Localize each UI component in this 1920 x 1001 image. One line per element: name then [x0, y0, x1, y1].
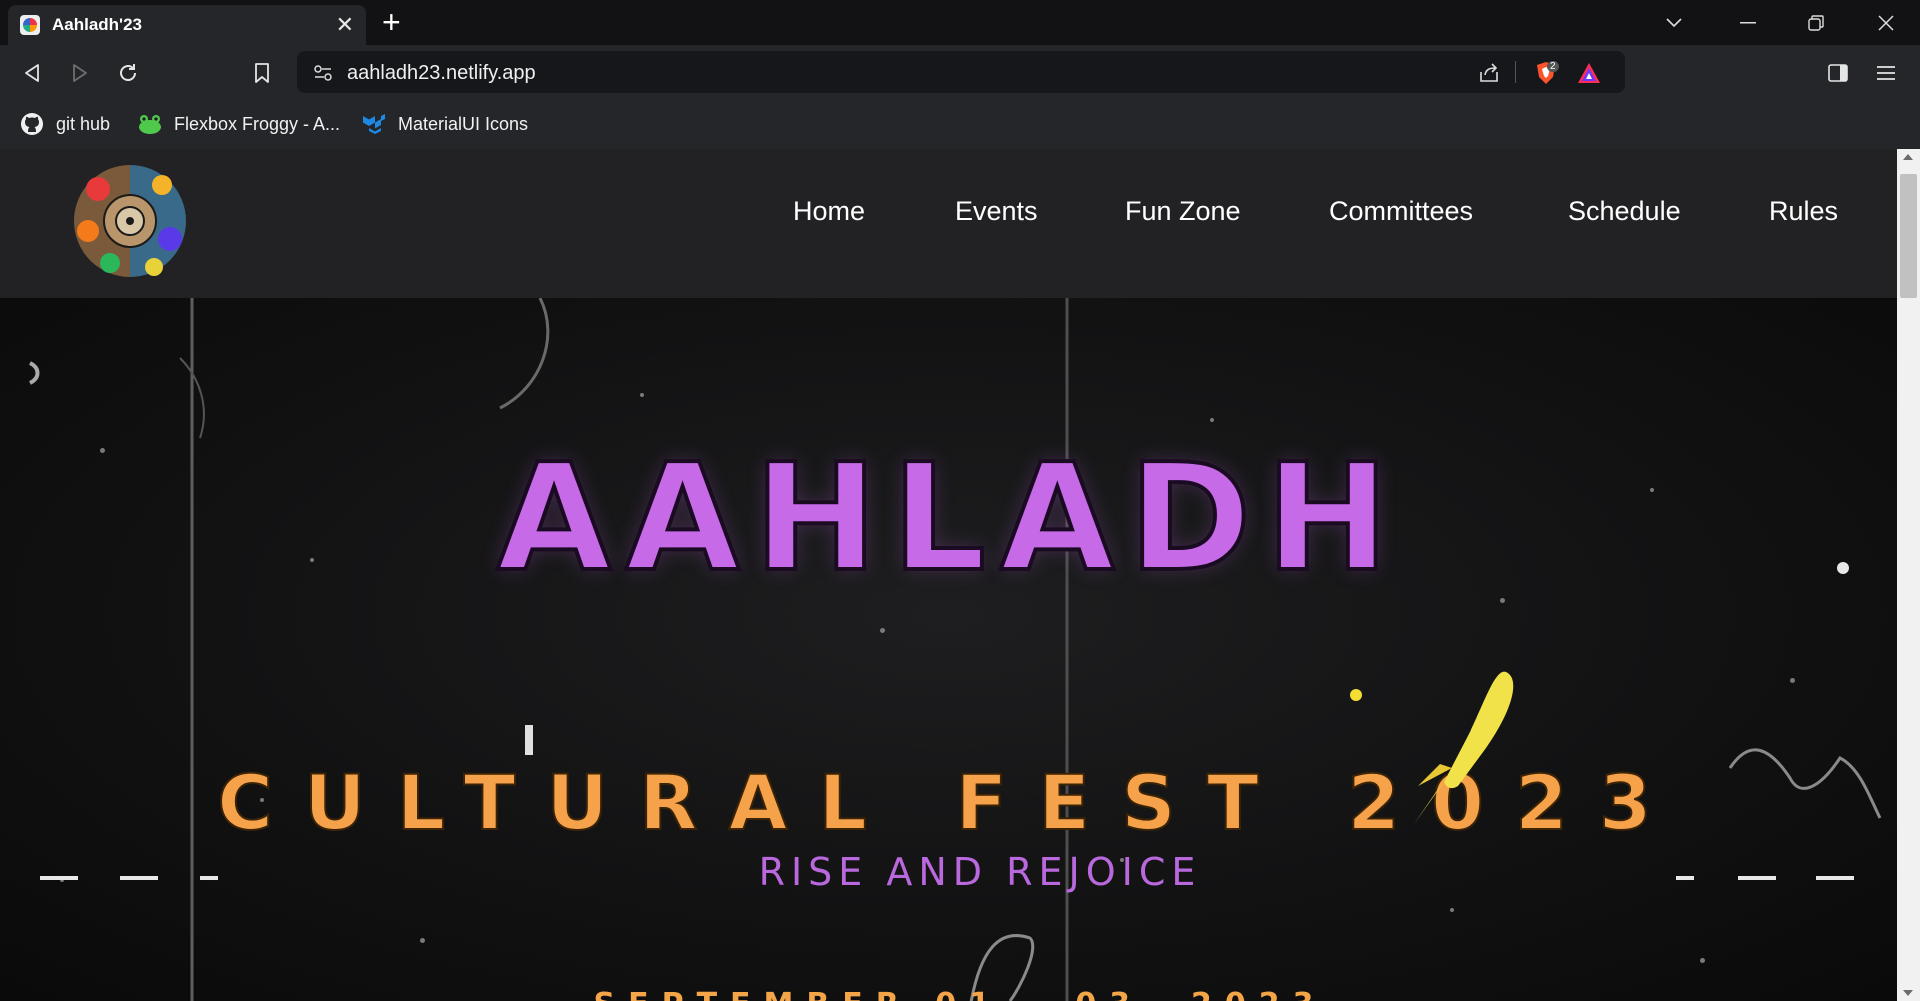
share-icon[interactable]	[1475, 59, 1503, 87]
rocket-icon	[1414, 671, 1514, 824]
page-viewport: Home Events Fun Zone Committees Schedule…	[0, 149, 1897, 1001]
decorative-dash	[40, 876, 78, 880]
scroll-thumb[interactable]	[1900, 174, 1917, 298]
shields-count-badge: 2	[1547, 61, 1559, 72]
decorative-dash	[1676, 876, 1694, 880]
brave-rewards-icon[interactable]	[1575, 59, 1603, 87]
bookmark-label: MaterialUI Icons	[398, 113, 529, 134]
browser-tab[interactable]: Aahladh'23 ✕	[8, 5, 366, 45]
bookmark-label: Flexbox Froggy - A...	[174, 113, 341, 134]
decorative-dash	[120, 876, 158, 880]
site-info-icon[interactable]	[309, 59, 337, 87]
browser-tab-strip: Aahladh'23 ✕ +	[0, 0, 1920, 45]
nav-schedule[interactable]: Schedule	[1568, 196, 1681, 227]
minimize-button[interactable]	[1714, 0, 1782, 45]
bookmark-flexbox-froggy[interactable]: Flexbox Froggy - A...	[138, 108, 340, 140]
github-icon	[20, 112, 44, 136]
back-button[interactable]	[14, 55, 50, 91]
nav-rules[interactable]: Rules	[1769, 196, 1838, 227]
decorative-dash	[1738, 876, 1776, 880]
omnibox-divider	[1515, 61, 1516, 83]
scroll-down-arrow-icon[interactable]	[1903, 990, 1913, 996]
restore-button[interactable]	[1782, 0, 1850, 45]
scroll-up-arrow-icon[interactable]	[1903, 154, 1913, 160]
material-ui-icon	[362, 112, 386, 136]
new-tab-button[interactable]: +	[382, 6, 401, 38]
event-dates: SEPTEMBER 01 - 03, 2023	[560, 988, 1360, 1001]
site-header: Home Events Fun Zone Committees Schedule…	[0, 149, 1897, 298]
hero-section: AAHLADH CULTURAL FEST 2023 RISE AND REJO…	[0, 298, 1897, 1001]
frog-icon	[138, 112, 162, 136]
nav-committees[interactable]: Committees	[1329, 196, 1473, 227]
browser-toolbar: aahladh23.netlify.app 2	[0, 45, 1920, 99]
forward-button[interactable]	[62, 55, 98, 91]
address-bar[interactable]: aahladh23.netlify.app 2	[297, 51, 1625, 93]
film-scratch-background	[28, 298, 1882, 1001]
decorative-dash	[1816, 876, 1854, 880]
tab-title: Aahladh'23	[52, 15, 143, 34]
bookmark-label: git hub	[56, 113, 111, 134]
hero-title: AAHLADH	[495, 432, 1404, 604]
site-favicon-icon	[20, 15, 40, 35]
reload-button[interactable]	[110, 55, 146, 91]
hero-tagline: RISE AND REJOICE	[758, 850, 1202, 894]
bookmarks-bar: git hub Flexbox Froggy - A... MaterialUI…	[0, 99, 1920, 149]
bookmark-materialui-icons[interactable]: MaterialUI Icons	[362, 108, 528, 140]
url-text: aahladh23.netlify.app	[347, 62, 536, 84]
tab-close-icon[interactable]: ✕	[336, 14, 354, 36]
nav-fun-zone[interactable]: Fun Zone	[1125, 196, 1241, 227]
nav-events[interactable]: Events	[955, 196, 1038, 227]
menu-icon[interactable]	[1868, 55, 1904, 91]
tab-search-chevron-icon[interactable]	[1640, 0, 1708, 45]
bookmark-icon[interactable]	[244, 55, 280, 91]
page-scrollbar[interactable]	[1897, 149, 1920, 1001]
brave-shields-icon[interactable]: 2	[1527, 59, 1565, 87]
bookmark-github[interactable]: git hub	[20, 108, 110, 140]
aahladh-logo[interactable]	[70, 159, 190, 283]
sidebar-toggle-icon[interactable]	[1820, 55, 1856, 91]
nav-home[interactable]: Home	[793, 196, 865, 227]
close-window-button[interactable]	[1852, 0, 1920, 45]
decorative-dash	[200, 876, 218, 880]
